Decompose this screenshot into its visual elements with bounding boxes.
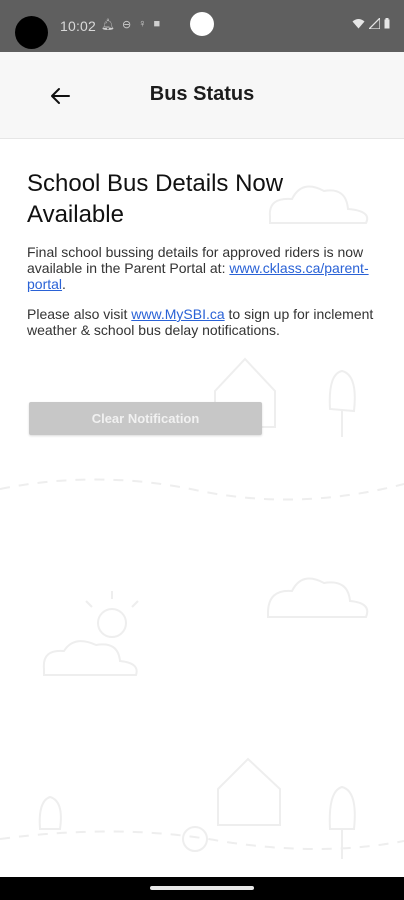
indicator-dot [190, 12, 214, 36]
notification-paragraph-2: Please also visit www.MySBI.ca to sign u… [27, 306, 379, 338]
paragraph-2-prefix: Please also visit [27, 306, 132, 322]
status-time: 10:02 [60, 18, 97, 34]
wifi-icon [352, 19, 365, 29]
notification-bell-icon: 🔔︎ [101, 19, 115, 31]
app-bar: Bus Status [0, 52, 404, 139]
cell-signal-icon [369, 18, 380, 29]
clear-notification-button[interactable]: Clear Notification [29, 402, 262, 435]
page-title: Bus Status [149, 83, 255, 105]
paragraph-1-end: . [62, 276, 66, 292]
notification-content: School Bus Details Now Available Final s… [27, 168, 379, 352]
sd-card-icon: ■ [153, 18, 161, 30]
dnd-circle-icon: ⊖ [121, 19, 132, 31]
status-right-icons [352, 18, 390, 29]
notification-paragraph-1: Final school bussing details for approve… [27, 244, 379, 292]
notification-headline: School Bus Details Now Available [27, 170, 284, 228]
system-nav-bar [0, 877, 404, 900]
battery-icon [384, 18, 390, 29]
accessibility-icon: ♀ [138, 18, 147, 30]
mysbi-link[interactable]: www.MySBI.ca [131, 306, 224, 322]
home-gesture-handle[interactable] [150, 886, 254, 890]
status-icons: 🔔︎ ⊖ ♀ ■ [101, 18, 160, 31]
status-bar: 10:02 🔔︎ ⊖ ♀ ■ [0, 0, 404, 52]
camera-cutout [15, 16, 48, 49]
